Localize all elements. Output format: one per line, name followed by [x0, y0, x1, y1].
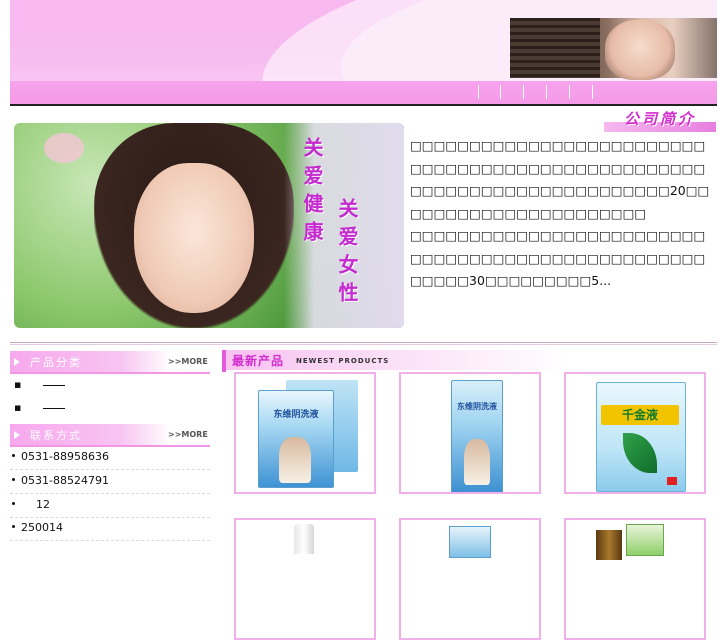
about-paragraph: □□□□□□□□□□□□□□□□□□□□□□□□□□□□□□□□□□□□□□□□… — [410, 138, 710, 221]
product-image[interactable]: 东维阴洗液 — [242, 378, 368, 488]
contact-phone-1: 0531-88958636 — [21, 450, 109, 463]
nav-bar — [10, 81, 717, 104]
contact-row: 0531-88524791 — [10, 470, 210, 494]
product-jar — [596, 530, 622, 560]
nav-separator — [523, 85, 524, 99]
nav-separator — [592, 85, 593, 99]
product-image[interactable]: 东维阴洗液 — [407, 378, 533, 492]
product-box-figure — [279, 437, 311, 483]
section-divider — [10, 344, 717, 345]
product-box-front: 东维阴洗液 — [258, 390, 334, 488]
nav-separator — [500, 85, 501, 99]
main-banner: 关爱健康 关爱女性 — [14, 123, 404, 328]
section-divider — [10, 342, 717, 343]
banner-slogan-health: 关爱健康 — [300, 137, 324, 249]
nav-separator — [569, 85, 570, 99]
contact-header: 联系方式 >>MORE — [10, 424, 210, 447]
banner-slogan-women: 关爱女性 — [335, 198, 359, 310]
product-card[interactable] — [399, 518, 541, 640]
bullet-icon — [12, 454, 15, 457]
contact-phone-2: 0531-88524791 — [21, 474, 109, 487]
product-card[interactable]: 东维阴洗液 — [399, 372, 541, 494]
bullet-icon — [12, 478, 15, 481]
product-card[interactable] — [234, 518, 376, 640]
categories-header: 产品分类 >>MORE — [10, 351, 210, 374]
header-photo — [510, 18, 717, 80]
product-card[interactable] — [564, 518, 706, 640]
products-header: 最新产品 NEWEST PRODUCTS — [222, 350, 717, 372]
contact-more-link[interactable]: >>MORE — [168, 430, 208, 439]
bullet-icon — [12, 502, 15, 505]
category-item[interactable]: ▪ — [14, 378, 66, 391]
banner-flower — [44, 133, 84, 163]
product-box: 千金液 — [596, 382, 686, 492]
product-badge — [667, 477, 677, 485]
nav-separator — [546, 85, 547, 99]
header-photo-face — [605, 20, 675, 80]
arrow-right-icon — [14, 358, 20, 366]
bullet-icon — [12, 525, 15, 528]
header-divider — [10, 104, 717, 106]
banner-model-face — [134, 163, 254, 313]
product-box-figure — [464, 439, 490, 485]
nav-separator — [478, 85, 479, 99]
products-header-bar — [222, 350, 226, 372]
product-box-label: 东维阴洗液 — [273, 410, 319, 420]
contact-row: 0531-88958636 — [10, 446, 210, 470]
contact-title: 联系方式 — [30, 429, 82, 442]
categories-underline — [10, 372, 210, 374]
contact-postcode: 250014 — [21, 521, 63, 534]
product-box — [449, 526, 491, 558]
product-bottle — [294, 524, 314, 554]
product-box: 东维阴洗液 — [451, 380, 503, 492]
arrow-right-icon — [14, 431, 20, 439]
about-paragraph: □□□□□□□□□□□□□□□□□□□□□□□□□□□□□□□□□□□□□□□□… — [410, 228, 706, 288]
about-heading-text: 公司简介 — [623, 110, 696, 128]
product-image[interactable]: 千金液 — [572, 378, 698, 492]
categories-title: 产品分类 — [30, 356, 82, 369]
products-title: 最新产品 — [232, 354, 285, 368]
category-item[interactable]: ▪ — [14, 401, 66, 414]
leaf-icon — [623, 433, 657, 473]
about-body: □□□□□□□□□□□□□□□□□□□□□□□□□□□□□□□□□□□□□□□□… — [410, 135, 715, 293]
product-card[interactable]: 千金液 — [564, 372, 706, 494]
about-heading[interactable]: 公司简介 — [604, 108, 716, 134]
category-placeholder — [43, 407, 66, 409]
products-title-en: NEWEST PRODUCTS — [296, 357, 390, 365]
contact-row: 12 — [10, 494, 210, 518]
product-box-label: 千金液 — [601, 405, 679, 425]
contact-row: 250014 — [10, 517, 210, 541]
categories-more-link[interactable]: >>MORE — [168, 357, 208, 366]
contact-address: 12 — [36, 498, 50, 511]
header-photo-shutters — [510, 18, 600, 78]
product-card[interactable]: 东维阴洗液 — [234, 372, 376, 494]
product-box — [626, 524, 664, 556]
category-placeholder — [43, 384, 66, 386]
product-box-label: 东维阴洗液 — [457, 402, 497, 411]
